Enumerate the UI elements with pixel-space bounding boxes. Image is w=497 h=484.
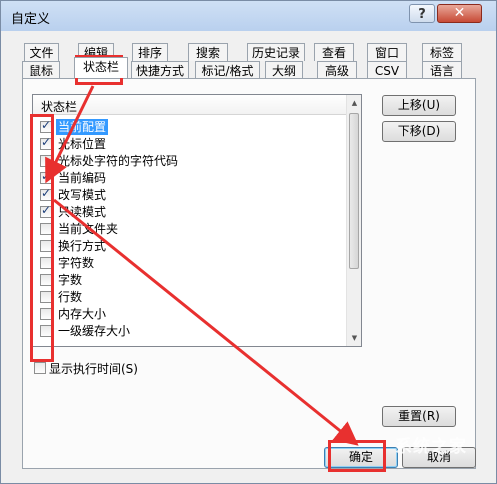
list-item[interactable]: 光标处字符的字符代码: [38, 153, 338, 170]
customize-dialog: 自定义 ? ✕ 文件 编辑 排序 搜索 历史记录 查看 窗口 标签 鼠标 状态栏…: [0, 0, 497, 484]
tab-statusbar[interactable]: 状态栏: [74, 57, 128, 78]
item-checkbox[interactable]: [40, 240, 52, 252]
list-item[interactable]: 当前文件夹: [38, 221, 338, 238]
item-checkbox[interactable]: [40, 325, 52, 337]
item-label: 字数: [58, 273, 83, 287]
reset-button[interactable]: 重置(R): [382, 406, 456, 427]
tab-view[interactable]: 查看: [314, 43, 354, 61]
tab-outline[interactable]: 大纲: [265, 61, 303, 79]
list-item[interactable]: 字数: [38, 272, 338, 289]
tab-language[interactable]: 语言: [422, 61, 462, 79]
list-item[interactable]: 只读模式: [38, 203, 338, 221]
tab-mouse[interactable]: 鼠标: [22, 61, 60, 79]
move-down-button[interactable]: 下移(D): [382, 121, 456, 142]
list-item[interactable]: 内存大小: [38, 306, 338, 323]
item-label: 行数: [58, 290, 83, 304]
list-item[interactable]: 光标位置: [38, 135, 338, 153]
item-label: 只读模式: [58, 205, 107, 219]
item-label: 字符数: [58, 256, 95, 270]
list-item[interactable]: 行数: [38, 289, 338, 306]
item-label: 改写模式: [58, 188, 107, 202]
item-checkbox[interactable]: [40, 274, 52, 286]
list-column-header[interactable]: 状态栏: [33, 95, 346, 115]
help-button[interactable]: ?: [409, 4, 435, 23]
item-checkbox[interactable]: [40, 155, 52, 167]
watermark: 系统之家: [395, 437, 467, 457]
tab-csv[interactable]: CSV: [367, 61, 407, 79]
item-label: 光标处字符的字符代码: [58, 154, 179, 168]
item-label: 换行方式: [58, 239, 107, 253]
tab-sort[interactable]: 排序: [132, 43, 168, 61]
tab-search[interactable]: 搜索: [188, 43, 228, 61]
item-checkbox[interactable]: [40, 257, 52, 269]
list-item[interactable]: 当前编码: [38, 169, 338, 187]
list-scrollbar[interactable]: ▲ ▼: [346, 95, 361, 346]
title-bar: 自定义 ? ✕: [1, 1, 496, 31]
list-item[interactable]: 当前配置: [38, 118, 338, 136]
item-label: 当前编码: [58, 171, 107, 185]
close-icon: ✕: [453, 5, 466, 21]
tab-window[interactable]: 窗口: [367, 43, 407, 61]
item-checkbox[interactable]: [40, 308, 52, 320]
item-checkbox[interactable]: [40, 291, 52, 303]
ok-button[interactable]: 确定: [324, 447, 398, 468]
tab-advanced[interactable]: 高级: [317, 61, 357, 79]
show-exec-time-label: 显示执行时间(S): [49, 362, 138, 376]
item-checkbox[interactable]: [40, 186, 52, 201]
tab-tags[interactable]: 标签: [422, 43, 462, 61]
list-item[interactable]: 一级缓存大小: [38, 323, 338, 340]
tab-shortcuts[interactable]: 快捷方式: [131, 61, 189, 79]
show-exec-time-checkbox[interactable]: [34, 362, 46, 374]
item-label: 光标位置: [58, 137, 107, 151]
tab-history[interactable]: 历史记录: [247, 43, 305, 61]
item-checkbox[interactable]: [40, 118, 52, 133]
dialog-title: 自定义: [11, 12, 51, 27]
close-button[interactable]: ✕: [437, 4, 482, 23]
item-label: 当前配置: [56, 119, 109, 135]
item-checkbox[interactable]: [40, 203, 52, 218]
item-label: 内存大小: [58, 307, 107, 321]
scroll-thumb[interactable]: [349, 113, 359, 269]
scroll-down-icon[interactable]: ▼: [347, 330, 361, 346]
scroll-up-icon[interactable]: ▲: [347, 95, 361, 111]
item-checkbox[interactable]: [40, 223, 52, 235]
tab-markers[interactable]: 标记/格式: [195, 61, 260, 79]
list-item[interactable]: 改写模式: [38, 186, 338, 204]
list-item[interactable]: 字符数: [38, 255, 338, 272]
list-item[interactable]: 换行方式: [38, 238, 338, 255]
statusbar-items-list[interactable]: 状态栏 当前配置 光标位置 光标处字符的字符代码 当前编码 改写模式 只读模式 …: [32, 94, 362, 347]
help-icon: ?: [418, 7, 426, 22]
item-label: 一级缓存大小: [58, 324, 131, 338]
tab-file[interactable]: 文件: [24, 43, 59, 61]
item-label: 当前文件夹: [58, 222, 119, 236]
item-checkbox[interactable]: [40, 169, 52, 184]
item-checkbox[interactable]: [40, 135, 52, 150]
move-up-button[interactable]: 上移(U): [382, 95, 456, 116]
